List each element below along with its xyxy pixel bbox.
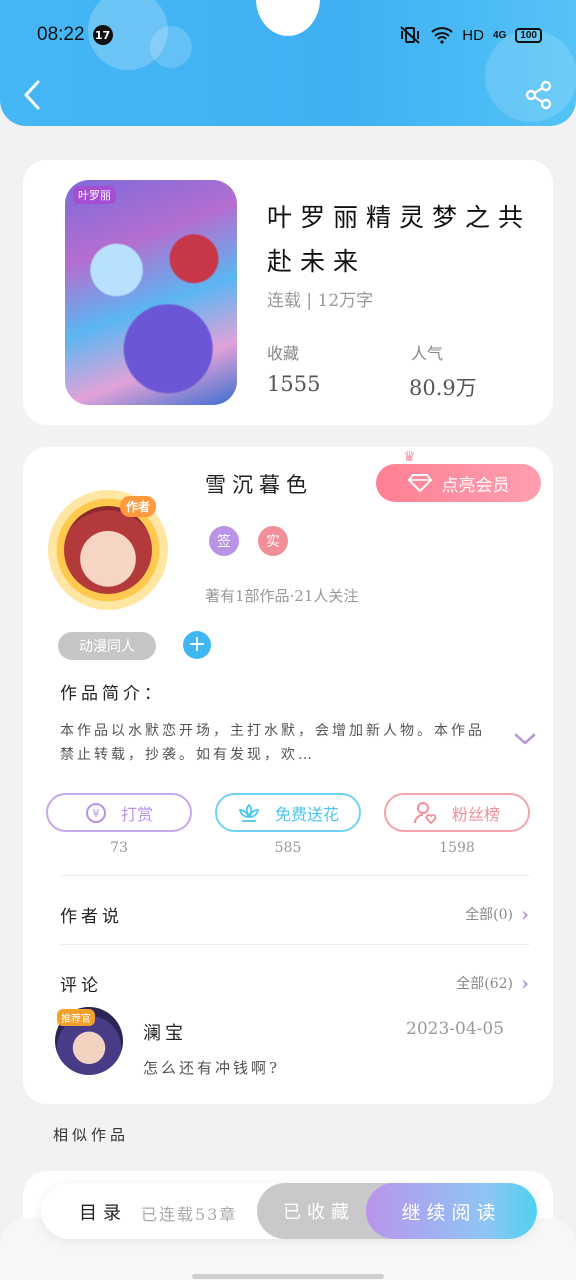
status-bar: 08:22 17 HD 4G 100 bbox=[37, 22, 542, 48]
collect-count: 1555 bbox=[267, 372, 321, 396]
popularity-label: 人气 bbox=[411, 344, 444, 363]
category-tag[interactable]: 动漫同人 bbox=[58, 632, 156, 660]
author-avatar-image bbox=[64, 506, 152, 594]
bottom-action-bar: 目录 已连载53章 已收藏 继续阅读 bbox=[41, 1183, 537, 1239]
share-icon[interactable] bbox=[524, 80, 554, 110]
similar-works-title: 相似作品 bbox=[53, 1126, 130, 1144]
divider bbox=[60, 944, 530, 945]
intro-text: 本作品以水默恋开场，主打水默，会增加新人物。本作品禁止转载，抄袭。如有发现，欢… bbox=[60, 723, 485, 763]
author-says-all-label: 全部(0) bbox=[465, 907, 513, 923]
home-indicator[interactable] bbox=[192, 1274, 384, 1279]
author-avatar[interactable]: 作者 bbox=[48, 490, 168, 610]
wifi-icon bbox=[431, 27, 453, 44]
chevron-right-icon: › bbox=[521, 902, 529, 926]
chapter-count: 已连载53章 bbox=[141, 1205, 238, 1224]
cellular-signal-icon: 4G bbox=[492, 29, 507, 41]
book-title: 叶罗丽精灵梦之共赴未来 bbox=[267, 203, 532, 276]
tip-count: 73 bbox=[110, 840, 128, 856]
comment-text: 怎么还有冲钱啊? bbox=[143, 1059, 281, 1077]
status-time: 08:22 bbox=[37, 24, 85, 45]
network-type: HD bbox=[462, 26, 484, 44]
divider bbox=[60, 875, 530, 876]
author-card: 作者 雪沉暮色 ♛ 点亮会员 签 实 著有1部作品·21人关注 动漫同人 + 作… bbox=[23, 447, 553, 1104]
crown-icon: ♛ bbox=[403, 449, 416, 465]
author-says-all-link[interactable]: 全部(0) › bbox=[465, 902, 529, 926]
fan-ranking-label: 粉丝榜 bbox=[451, 804, 500, 824]
verified-badge: 实 bbox=[258, 526, 288, 556]
vibrate-mute-icon bbox=[400, 26, 420, 44]
tip-label: 打赏 bbox=[120, 804, 153, 824]
author-says-title: 作者说 bbox=[60, 907, 123, 927]
author-name[interactable]: 雪沉暮色 bbox=[205, 469, 313, 499]
chevron-right-icon: › bbox=[521, 971, 529, 995]
author-meta: 著有1部作品·21人关注 bbox=[205, 587, 359, 605]
battery-icon: 100 bbox=[515, 27, 542, 43]
fan-count: 1598 bbox=[439, 840, 475, 856]
intro-title: 作品简介： bbox=[60, 684, 165, 704]
user-heart-icon bbox=[413, 801, 437, 824]
vip-button-label: 点亮会员 bbox=[441, 475, 510, 496]
comments-all-label: 全部(62) bbox=[456, 976, 513, 992]
chevron-down-icon[interactable] bbox=[513, 729, 537, 749]
cover-logo: 叶罗丽 bbox=[73, 186, 116, 204]
back-arrow-icon[interactable] bbox=[18, 78, 48, 112]
top-header: 08:22 17 HD 4G 100 bbox=[0, 0, 576, 126]
add-tag-button[interactable]: + bbox=[183, 631, 211, 659]
popularity-count: 80.9万 bbox=[409, 376, 477, 400]
serial-status: 连载 | 12万字 bbox=[267, 291, 374, 311]
send-flower-label: 免费送花 bbox=[274, 804, 339, 824]
vip-button[interactable]: 点亮会员 bbox=[376, 464, 541, 502]
commenter-name[interactable]: 澜宝 bbox=[143, 1019, 187, 1045]
flower-icon bbox=[238, 803, 260, 822]
book-info-card: 叶罗丽 叶罗丽精灵梦之共赴未来 连载 | 12万字 收藏 人气 1555 80.… bbox=[23, 160, 553, 425]
continue-reading-button[interactable]: 继续阅读 bbox=[366, 1183, 537, 1239]
catalog-button[interactable]: 目录 bbox=[79, 1199, 127, 1225]
coin-icon: ¥ bbox=[85, 802, 106, 823]
collect-label: 收藏 bbox=[267, 344, 300, 363]
diamond-icon bbox=[407, 474, 432, 492]
system-icons: HD 4G 100 bbox=[398, 26, 542, 44]
fan-ranking-button[interactable]: 粉丝榜 bbox=[384, 793, 530, 832]
svg-text:¥: ¥ bbox=[92, 807, 99, 820]
signed-badge: 签 bbox=[209, 526, 239, 556]
book-cover[interactable]: 叶罗丽 bbox=[65, 180, 237, 405]
author-tag: 作者 bbox=[120, 496, 157, 517]
notification-count-badge: 17 bbox=[92, 25, 113, 45]
tip-button[interactable]: ¥ 打赏 bbox=[46, 793, 192, 832]
comments-all-link[interactable]: 全部(62) › bbox=[456, 971, 529, 995]
send-flower-button[interactable]: 免费送花 bbox=[215, 793, 361, 832]
comment-date: 2023-04-05 bbox=[406, 1019, 505, 1039]
flower-count: 585 bbox=[274, 840, 302, 856]
comments-title: 评论 bbox=[60, 976, 102, 996]
recommender-badge: 推荐官 bbox=[57, 1009, 95, 1026]
